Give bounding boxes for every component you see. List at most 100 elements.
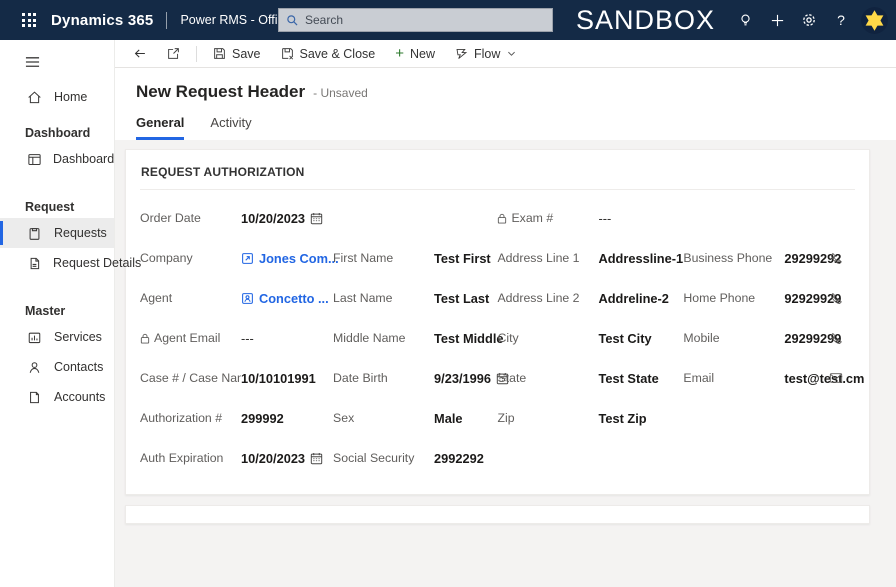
popout-icon[interactable] [159, 44, 188, 63]
field-value[interactable]: Male [434, 411, 462, 426]
field-mobile[interactable]: Mobile 29299299 [683, 318, 855, 358]
tab-activity[interactable]: Activity [210, 115, 251, 140]
field-address-line-2[interactable]: Address Line 2 Addreline-2 [497, 278, 683, 318]
field-label: State [497, 371, 527, 385]
field-label: Middle Name [333, 331, 406, 345]
field-city[interactable]: City Test City [497, 318, 683, 358]
user-avatar[interactable] [861, 6, 888, 34]
calendar-icon[interactable] [310, 452, 323, 465]
field-value[interactable]: Test Middle [434, 331, 503, 346]
field-auth-expiration[interactable]: Auth Expiration 10/20/2023 [140, 438, 333, 478]
field-zip[interactable]: Zip Test Zip [497, 398, 683, 438]
phone-icon[interactable] [830, 292, 845, 305]
field-label: Order Date [140, 211, 201, 225]
field-state[interactable]: State Test State [497, 358, 683, 398]
field-value[interactable]: 10/20/2023 [241, 211, 323, 226]
back-button[interactable] [125, 44, 155, 63]
field-value[interactable]: Jones Com... [241, 251, 339, 266]
form-area: REQUEST AUTHORIZATION Order Date 10/20/20… [115, 140, 896, 587]
save-label: Save [232, 46, 261, 61]
app-name[interactable]: Power RMS - Office [180, 13, 290, 27]
field-email[interactable]: Email test@test.cm [683, 358, 864, 398]
email-icon[interactable] [829, 372, 845, 384]
field-value[interactable]: --- [598, 211, 611, 226]
sidebar-item-requests[interactable]: Requests [0, 218, 114, 248]
field-middle-name[interactable]: Middle Name Test Middle [333, 318, 503, 358]
environment-badge: SANDBOX [575, 4, 715, 35]
section-divider [140, 189, 855, 190]
field-value[interactable]: 10/10101991 [241, 371, 316, 386]
field-value[interactable]: Test Last [434, 291, 489, 306]
contact-lookup-icon [241, 292, 254, 305]
new-button[interactable]: + New [387, 43, 443, 64]
save-and-close-button[interactable]: Save & Close [273, 44, 384, 64]
sidebar-item-label: Dashboard [53, 152, 115, 166]
sidebar-item-request-details[interactable]: Request Details [0, 248, 141, 278]
field-value[interactable]: 299992 [241, 411, 284, 426]
field-value[interactable]: 10/20/2023 [241, 451, 323, 466]
global-search-input[interactable]: Search [278, 8, 553, 32]
field-sex[interactable]: Sex Male [333, 398, 497, 438]
command-divider [196, 45, 197, 62]
field-company[interactable]: Company Jones Com... [140, 238, 339, 278]
field-date-birth[interactable]: Date Birth 9/23/1996 [333, 358, 509, 398]
field-agent-email[interactable]: Agent Email --- [140, 318, 333, 358]
field-business-phone[interactable]: Business Phone 29299292 [683, 238, 855, 278]
field-value[interactable]: Concetto ... [241, 291, 329, 306]
field-label: Case # / Case Name [140, 371, 241, 385]
calendar-icon[interactable] [310, 212, 323, 225]
field-social-security[interactable]: Social Security 2992292 [333, 438, 497, 478]
field-first-name[interactable]: First Name Test First [333, 238, 497, 278]
field-address-line-1[interactable]: Address Line 1 Addressline-1 [497, 238, 683, 278]
field-value[interactable]: --- [241, 331, 254, 346]
field-order-date[interactable]: Order Date 10/20/2023 [140, 198, 333, 238]
flow-button[interactable]: Flow [447, 44, 525, 64]
field-value[interactable]: 29299299 [784, 331, 841, 346]
form-tabs: General Activity [136, 115, 896, 140]
tab-general[interactable]: General [136, 115, 185, 140]
field-case-case-name[interactable]: Case # / Case Name10/10101991 [140, 358, 333, 398]
lightbulb-icon[interactable] [729, 4, 761, 36]
field-label: Home Phone [683, 291, 756, 305]
page-title: New Request Header [136, 82, 306, 101]
field-value[interactable]: test@test.cm [784, 371, 864, 386]
sidebar-item-accounts[interactable]: Accounts [0, 382, 114, 412]
sidebar-item-contacts[interactable]: Contacts [0, 352, 114, 382]
section-card-request-authorization: REQUEST AUTHORIZATION Order Date 10/20/20… [125, 149, 870, 495]
app-launcher-waffle-icon[interactable] [22, 13, 36, 27]
hamburger-menu-icon[interactable] [0, 48, 114, 76]
field-value[interactable]: 29299292 [784, 251, 841, 266]
field-last-name[interactable]: Last Name Test Last [333, 278, 497, 318]
flow-label: Flow [474, 46, 501, 61]
phone-icon[interactable] [830, 332, 845, 345]
sidebar-item-dashboard[interactable]: Dashboard [0, 144, 114, 174]
field-value[interactable]: 92929929 [784, 291, 841, 306]
field-authorization[interactable]: Authorization # 299992 [140, 398, 333, 438]
settings-gear-icon[interactable] [793, 4, 825, 36]
save-button[interactable]: Save [205, 44, 269, 64]
field-label: Business Phone [683, 251, 773, 265]
add-plus-icon[interactable] [761, 4, 793, 36]
field-value[interactable]: Test City [598, 331, 651, 346]
flow-icon [455, 47, 468, 60]
sidebar-item-home[interactable]: Home [0, 82, 114, 112]
field-value[interactable]: Test Zip [598, 411, 646, 426]
field-value[interactable]: Addreline-2 [598, 291, 668, 306]
phone-icon[interactable] [830, 252, 845, 265]
field-value[interactable]: Addressline-1 [598, 251, 683, 266]
brand-title[interactable]: Dynamics 365 [51, 12, 153, 29]
field-home-phone[interactable]: Home Phone 92929929 [683, 278, 855, 318]
field-value[interactable]: Test State [598, 371, 658, 386]
field-label: Address Line 2 [497, 291, 580, 305]
field-agent[interactable]: Agent Concetto ... [140, 278, 333, 318]
field-value[interactable]: 9/23/1996 [434, 371, 509, 386]
field-value[interactable]: Test First [434, 251, 491, 266]
sidebar-item-services[interactable]: Services [0, 322, 114, 352]
field-label: Last Name [333, 291, 393, 305]
field-label: Date Birth [333, 371, 388, 385]
field-value[interactable]: 2992292 [434, 451, 484, 466]
field-exam[interactable]: Exam # --- [497, 198, 683, 238]
field-label: City [497, 331, 519, 345]
help-icon[interactable]: ? [825, 4, 857, 36]
